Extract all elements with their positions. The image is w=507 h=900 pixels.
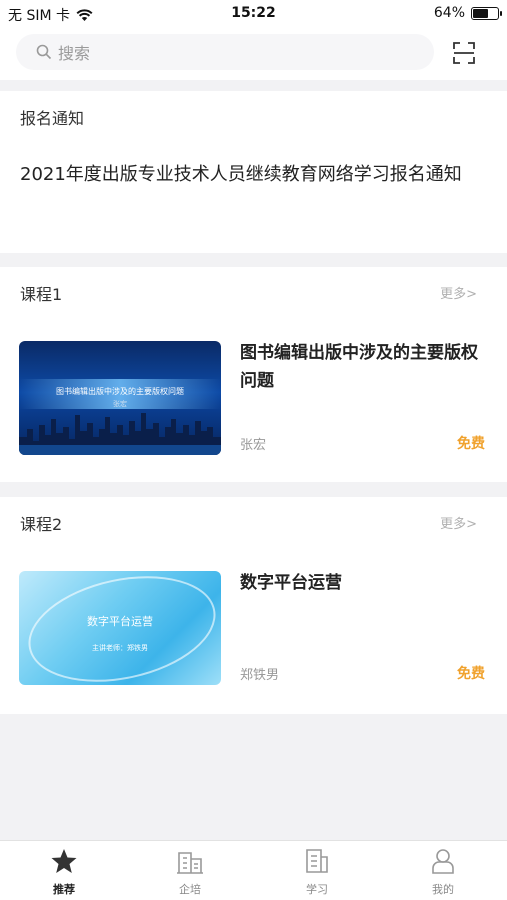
tab-study[interactable]: 学习 [277, 847, 357, 897]
tab-label: 企培 [179, 883, 201, 896]
course-thumbnail[interactable]: 图书编辑出版中涉及的主要版权问题 张宏 [19, 341, 221, 455]
star-icon [51, 849, 77, 873]
course-section-title: 课程1 [20, 285, 63, 304]
battery-icon [471, 6, 502, 20]
tab-enterprise[interactable]: 企培 [150, 847, 230, 897]
thumb-caption: 数字平台运营 [87, 615, 153, 628]
tab-label: 推荐 [53, 883, 75, 896]
tab-label: 学习 [306, 883, 328, 896]
thumb-subcaption: 主讲老师：郑铁男 [92, 644, 148, 652]
notice-link[interactable]: 2021年度出版专业技术人员继续教育网络学习报名通知 [20, 161, 480, 188]
course-section-2: 课程2 更多> 数字平台运营 主讲老师：郑铁男 数字平台运营 郑铁男 免费 [0, 497, 507, 714]
building-icon [177, 852, 203, 874]
course-section-title: 课程2 [20, 515, 63, 534]
course-thumbnail[interactable]: 数字平台运营 主讲老师：郑铁男 [19, 571, 221, 685]
tab-label: 我的 [432, 883, 454, 896]
course-title[interactable]: 数字平台运营 [240, 569, 490, 597]
study-icon [306, 849, 328, 873]
city-skyline-image [19, 413, 221, 455]
thumb-caption: 图书编辑出版中涉及的主要版权问题 [56, 387, 184, 396]
course-teacher: 张宏 [240, 438, 267, 453]
course-teacher: 郑铁男 [240, 668, 280, 683]
bottom-tab-bar: 推荐 企培 学习 我的 [0, 840, 507, 900]
search-icon [36, 44, 52, 60]
battery-percent: 64% [433, 5, 465, 21]
notice-card: 报名通知 2021年度出版专业技术人员继续教育网络学习报名通知 [0, 91, 507, 253]
notice-section-title: 报名通知 [20, 109, 85, 128]
tab-mine[interactable]: 我的 [403, 847, 483, 897]
course-title[interactable]: 图书编辑出版中涉及的主要版权问题 [240, 339, 490, 395]
user-icon [432, 849, 454, 874]
tab-recommend[interactable]: 推荐 [24, 847, 104, 897]
status-bar: 无 SIM 卡 15:22 64% [0, 0, 507, 28]
course-price: 免费 [457, 436, 485, 452]
search-placeholder: 搜索 [58, 44, 91, 63]
more-link[interactable]: 更多> [440, 513, 477, 532]
scan-icon[interactable] [452, 41, 476, 65]
clock: 15:22 [231, 5, 276, 21]
search-bar: 搜索 [0, 28, 507, 80]
course-price: 免费 [457, 666, 485, 682]
search-input[interactable]: 搜索 [16, 34, 434, 70]
course-section-1: 课程1 更多> 图书编辑出版中涉及的主要版权问题 张宏 图书编辑出版中涉及的主要… [0, 267, 507, 482]
more-link[interactable]: 更多> [440, 283, 477, 302]
